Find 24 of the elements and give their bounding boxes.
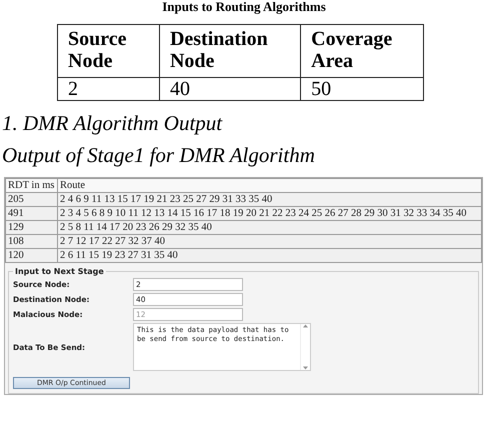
scroll-up-icon[interactable]	[303, 324, 308, 328]
table-cell: 2 7 12 17 22 27 32 37 40	[58, 234, 482, 248]
column-header: RDT in ms	[6, 178, 58, 192]
column-header: Route	[58, 178, 482, 192]
table-cell: 2 3 4 5 6 8 9 10 11 12 13 14 15 16 17 18 19 20 21 22 23 24 25 26 27 28 29 30 31 32 33 34 35 40	[58, 206, 482, 220]
table-cell: 2 6 11 15 19 23 27 31 35 40	[58, 248, 482, 262]
column-header: Coverage Area	[300, 24, 424, 78]
figure-caption: Output of Stage1 for DMR Algorithm	[2, 142, 315, 168]
table-cell: 50	[300, 78, 424, 100]
table-cell: 120	[6, 248, 58, 262]
table-cell: 2	[58, 78, 160, 100]
column-header: Source Node	[58, 24, 160, 78]
group-legend: Input to Next Stage	[13, 267, 106, 276]
table-caption: Inputs to Routing Algorithms	[161, 0, 327, 14]
column-header: Destination Node	[159, 24, 301, 78]
table-cell: 2 5 8 11 14 17 20 23 26 29 32 35 40	[58, 220, 482, 234]
scroll-down-icon[interactable]	[303, 366, 308, 370]
table-cell: 129	[6, 220, 58, 234]
table-cell: 108	[6, 234, 58, 248]
table-cell: 491	[6, 206, 58, 220]
table-cell: 40	[159, 78, 301, 100]
table-cell: 205	[6, 192, 58, 206]
table-cell: 2 4 6 9 11 13 15 17 19 21 23 25 27 29 31 33 35 40	[58, 192, 482, 206]
section-heading: 1. DMR Algorithm Output	[2, 110, 222, 136]
